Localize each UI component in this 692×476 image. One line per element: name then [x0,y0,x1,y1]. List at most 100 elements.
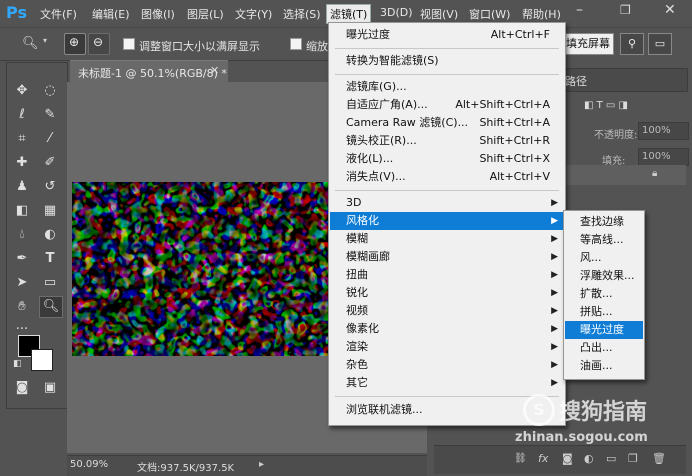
zoom-tool-button-icon[interactable]: 🔍︎ [39,296,63,318]
layer-filter-icons[interactable]: ◧ T ▭ ◨ [584,100,628,111]
clone-stamp-tool-icon[interactable]: ♟ [11,177,33,197]
submenu-item-find-edges[interactable]: 查找边缘 [565,213,643,231]
type-tool-icon[interactable]: T [39,249,61,269]
fx-icon[interactable]: fx [538,452,548,465]
menu-item-shortcut: Alt+Shift+Ctrl+A [455,98,550,111]
menu-edit[interactable]: 编辑(E) [92,6,130,22]
fill-input[interactable]: 100% [638,148,689,166]
submenu-item-contour[interactable]: 等高线... [565,231,643,249]
menu-item-adaptive-wide-angle[interactable]: 自适应广角(A)... Alt+Shift+Ctrl+A [330,96,564,114]
new-group-icon[interactable]: ▭ [606,452,616,465]
submenu-item-solarize[interactable]: 曝光过度 [565,321,643,339]
menu-image[interactable]: 图像(I) [141,6,175,22]
submenu-item-wind[interactable]: 风... [565,249,643,267]
menu-item-camera-raw[interactable]: Camera Raw 滤镜(C)... Shift+Ctrl+A [330,114,564,132]
menu-select[interactable]: 选择(S) [283,6,321,22]
menu-item-label: 像素化 [346,322,379,335]
menu-item-liquify[interactable]: 液化(L)... Shift+Ctrl+X [330,150,564,168]
healing-brush-tool-icon[interactable]: ✚ [11,153,33,173]
crop-tool-icon[interactable]: ⌗ [11,129,33,149]
menu-item-noise[interactable]: 杂色 ▶ [330,356,564,374]
search-icon[interactable]: ⚲ [620,33,644,55]
background-color-swatch[interactable] [31,349,53,371]
sogou-logo-icon: S [523,394,555,426]
eyedropper-tool-icon[interactable]: ⁄ [39,129,61,149]
menu-item-video[interactable]: 视频 ▶ [330,302,564,320]
resize-window-checkbox[interactable] [123,38,135,50]
status-bar: 50.09% 文档:937.5K/937.5K ▸ [67,455,427,476]
adjustment-layer-icon[interactable]: ◐ [584,452,594,465]
menu-3d[interactable]: 3D(D) [380,6,413,19]
move-tool-icon[interactable]: ✥ [11,81,33,101]
document-tab[interactable]: 未标题-1 @ 50.1%(RGB/8) * ✕ [70,60,228,83]
link-layers-icon[interactable]: ⛓ [514,453,527,464]
menu-item-stylize[interactable]: 风格化 ▶ [330,212,564,230]
blur-tool-icon[interactable]: 💧︎ [11,225,33,245]
submenu-item-oil-paint[interactable]: 油画... [565,357,643,375]
workspace-icon[interactable]: ▭ [648,33,672,55]
submenu-arrow-icon: ▶ [551,270,558,280]
menu-help[interactable]: 帮助(H) [522,6,561,22]
menu-item-sharpen[interactable]: 锐化 ▶ [330,284,564,302]
menu-item-filter-gallery[interactable]: 滤镜库(G)... [330,78,564,96]
fill-screen-button[interactable]: 填充屏幕 [562,33,614,55]
menu-item-pixelate[interactable]: 像素化 ▶ [330,320,564,338]
document-canvas[interactable] [72,182,330,356]
menu-view[interactable]: 视图(V) [420,6,458,22]
menu-item-shortcut: Shift+Ctrl+R [479,134,550,147]
zoom-all-checkbox[interactable] [290,38,302,50]
menu-item-blur[interactable]: 模糊 ▶ [330,230,564,248]
screen-mode-icon[interactable]: ▣ [39,378,61,398]
menu-item-blur-gallery[interactable]: 模糊画廊 ▶ [330,248,564,266]
new-layer-icon[interactable]: ❐ [628,452,638,465]
menu-window[interactable]: 窗口(W) [469,6,510,22]
default-colors-icon[interactable]: ◧ [13,359,22,369]
menu-item-lens-correction[interactable]: 镜头校正(R)... Shift+Ctrl+R [330,132,564,150]
menu-item-convert-smart-filter[interactable]: 转换为智能滤镜(S) [330,52,564,70]
opacity-input[interactable]: 100% [638,122,689,140]
pen-tool-icon[interactable]: ✒ [11,249,33,269]
delete-layer-icon[interactable]: 🗑︎ [652,452,666,465]
zoom-out-button[interactable]: ⊖ [88,33,110,55]
tab-paths[interactable]: 路径 [565,73,587,89]
menu-filter[interactable]: 滤镜(T) [326,4,372,24]
menu-file[interactable]: 文件(F) [40,6,77,22]
menu-layer[interactable]: 图层(L) [187,6,224,22]
hand-tool-icon[interactable]: ✋︎ [11,297,33,317]
close-document-icon[interactable]: ✕ [210,64,219,77]
close-button[interactable]: ✕ [664,2,676,18]
menu-item-label: Camera Raw 滤镜(C)... [346,116,469,129]
add-mask-icon[interactable]: ◙ [562,452,573,465]
menu-item-vanishing-point[interactable]: 消失点(V)... Alt+Ctrl+V [330,168,564,186]
path-select-tool-icon[interactable]: ➤ [11,273,33,293]
lasso-tool-icon[interactable]: ℓ [11,105,33,125]
eraser-tool-icon[interactable]: ◧ [11,201,33,221]
submenu-item-label: 凸出... [580,341,613,354]
menu-item-last-filter[interactable]: 曝光过度 Alt+Ctrl+F [330,26,564,44]
marquee-tool-icon[interactable]: ◌ [39,81,61,101]
zoom-in-button[interactable]: ⊕ [64,33,86,55]
tool-preset-chevron-icon[interactable]: ▾ [43,36,47,45]
submenu-item-emboss[interactable]: 浮雕效果... [565,267,643,285]
submenu-item-label: 曝光过度 [580,323,624,336]
zoom-readout[interactable]: 50.09% [70,459,108,470]
quick-mask-icon[interactable]: ◙ [11,378,33,398]
menu-item-distort[interactable]: 扭曲 ▶ [330,266,564,284]
menu-item-3d[interactable]: 3D ▶ [330,194,564,212]
status-menu-arrow-icon[interactable]: ▸ [259,459,264,470]
restore-button[interactable]: ❐ [620,3,631,17]
menu-item-label: 液化(L)... [346,152,394,165]
history-brush-tool-icon[interactable]: ↺ [39,177,61,197]
brush-tool-icon[interactable]: ✐ [39,153,61,173]
dodge-tool-icon[interactable]: ◐ [39,225,61,245]
gradient-tool-icon[interactable]: ▦ [39,201,61,221]
submenu-item-tiles[interactable]: 拼贴... [565,303,643,321]
submenu-item-diffuse[interactable]: 扩散... [565,285,643,303]
menu-item-label: 自适应广角(A)... [346,98,428,111]
rectangle-tool-icon[interactable]: ▭ [39,273,61,293]
quick-select-tool-icon[interactable]: ✎ [39,105,61,125]
submenu-item-extrude[interactable]: 凸出... [565,339,643,357]
menu-type[interactable]: 文字(Y) [235,6,272,22]
minimize-button[interactable]: – [576,2,583,18]
menu-item-render[interactable]: 渲染 ▶ [330,338,564,356]
